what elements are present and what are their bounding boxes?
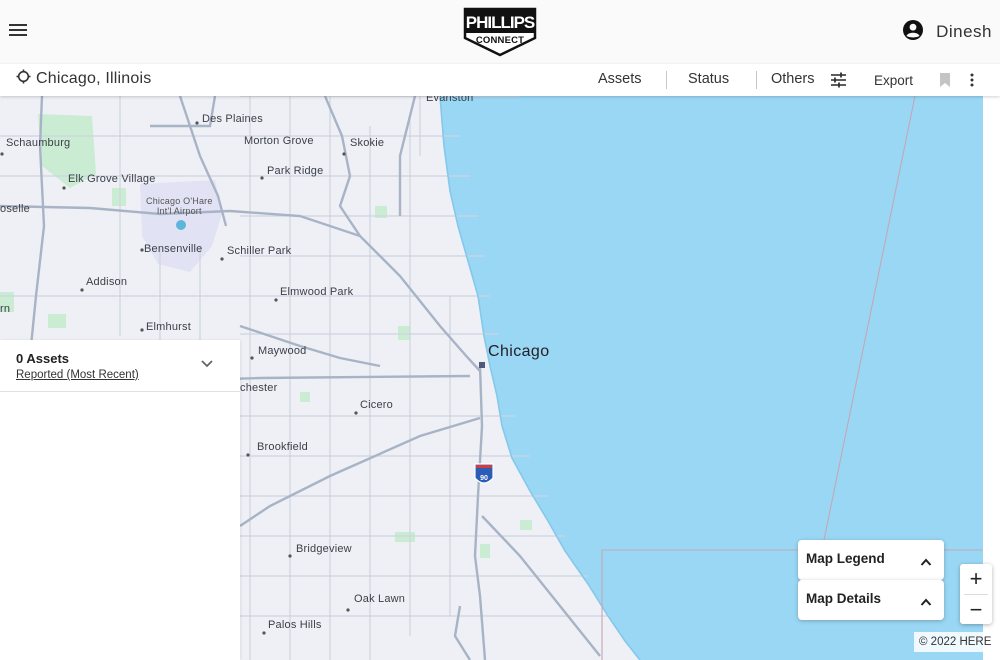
place-label: Bridgeview: [296, 543, 352, 555]
place-label: Park Ridge: [267, 165, 324, 177]
sliders-icon[interactable]: [830, 72, 847, 93]
place-label: Schiller Park: [227, 245, 292, 257]
others-filter-tab[interactable]: Others: [771, 71, 815, 87]
assets-sort-link[interactable]: Reported (Most Recent): [16, 369, 139, 381]
place-label: Bensenville: [144, 243, 203, 255]
logo-subtitle: CONNECT: [476, 35, 524, 46]
chevron-up-icon[interactable]: [920, 554, 932, 572]
export-button[interactable]: Export: [874, 73, 913, 88]
zoom-in-button[interactable]: +: [960, 564, 992, 594]
phillips-connect-logo[interactable]: PHILLIPS CONNECT: [461, 6, 539, 58]
place-label: Evanston: [426, 96, 474, 104]
airport-label-line2: Int'l Airport: [156, 206, 202, 216]
crosshair-icon: [16, 69, 31, 89]
assets-filter-tab[interactable]: Assets: [598, 71, 642, 87]
logo-title: PHILLIPS: [466, 13, 535, 32]
assets-panel-header[interactable]: 0 Assets Reported (Most Recent): [0, 340, 240, 392]
place-label: Maywood: [258, 345, 307, 357]
zoom-out-button[interactable]: −: [960, 595, 992, 625]
city-label: Chicago: [488, 343, 550, 360]
map-details-label: Map Details: [806, 591, 882, 606]
map-details-card[interactable]: Map Details: [798, 580, 944, 620]
account-circle-icon: [902, 19, 924, 46]
place-label: Cicero: [360, 399, 393, 411]
place-label: rn: [0, 303, 11, 315]
assets-count: 0 Assets: [16, 351, 69, 366]
toolbar-divider: [666, 71, 667, 89]
place-label: oselle: [0, 203, 30, 215]
place-label: Morton Grove: [244, 135, 314, 147]
location-label: Chicago, Illinois: [36, 70, 152, 87]
airport-label: Chicago O'Hare Int'l Airport: [146, 196, 213, 216]
place-label: Addison: [86, 276, 128, 288]
user-menu[interactable]: Dinesh: [902, 18, 992, 46]
place-label: Palos Hills: [268, 619, 322, 631]
interstate-shield: 90: [474, 463, 494, 484]
place-label: Elmhurst: [146, 321, 191, 333]
map-legend-card[interactable]: Map Legend: [798, 540, 944, 580]
airport-icon: [176, 220, 186, 230]
toolbar-divider: [756, 71, 757, 89]
app-root: PHILLIPS CONNECT Dinesh Chicago, Illinoi…: [0, 0, 1000, 660]
chevron-up-icon[interactable]: [920, 594, 932, 612]
place-label: Elk Grove Village: [68, 173, 156, 185]
place-label: Schaumburg: [6, 137, 71, 149]
interstate-shield-number: 90: [480, 475, 488, 482]
place-label: Brookfield: [257, 441, 308, 453]
map-toolbar: Chicago, Illinois Assets Status Others E…: [0, 64, 1000, 96]
location-selector[interactable]: Chicago, Illinois: [16, 69, 151, 89]
assets-panel: 0 Assets Reported (Most Recent): [0, 340, 240, 660]
zoom-control: + −: [960, 564, 992, 624]
airport-label-line1: Chicago O'Hare: [146, 196, 213, 206]
place-label: Des Plaines: [202, 113, 263, 125]
top-header: PHILLIPS CONNECT Dinesh: [0, 0, 1000, 64]
place-label: Oak Lawn: [354, 593, 406, 605]
place-label: Elmwood Park: [280, 286, 354, 298]
hamburger-menu-icon[interactable]: [6, 20, 30, 44]
chevron-down-icon[interactable]: [200, 356, 214, 374]
map-legend-label: Map Legend: [806, 551, 885, 566]
bookmark-icon[interactable]: [939, 72, 951, 93]
city-marker: [479, 362, 485, 368]
place-label: Skokie: [350, 137, 385, 149]
more-vert-icon[interactable]: [969, 73, 975, 92]
place-label: chester: [240, 382, 278, 394]
map-attribution: © 2022 HERE: [914, 632, 997, 652]
status-filter-tab[interactable]: Status: [688, 71, 729, 87]
user-name: Dinesh: [936, 22, 992, 41]
